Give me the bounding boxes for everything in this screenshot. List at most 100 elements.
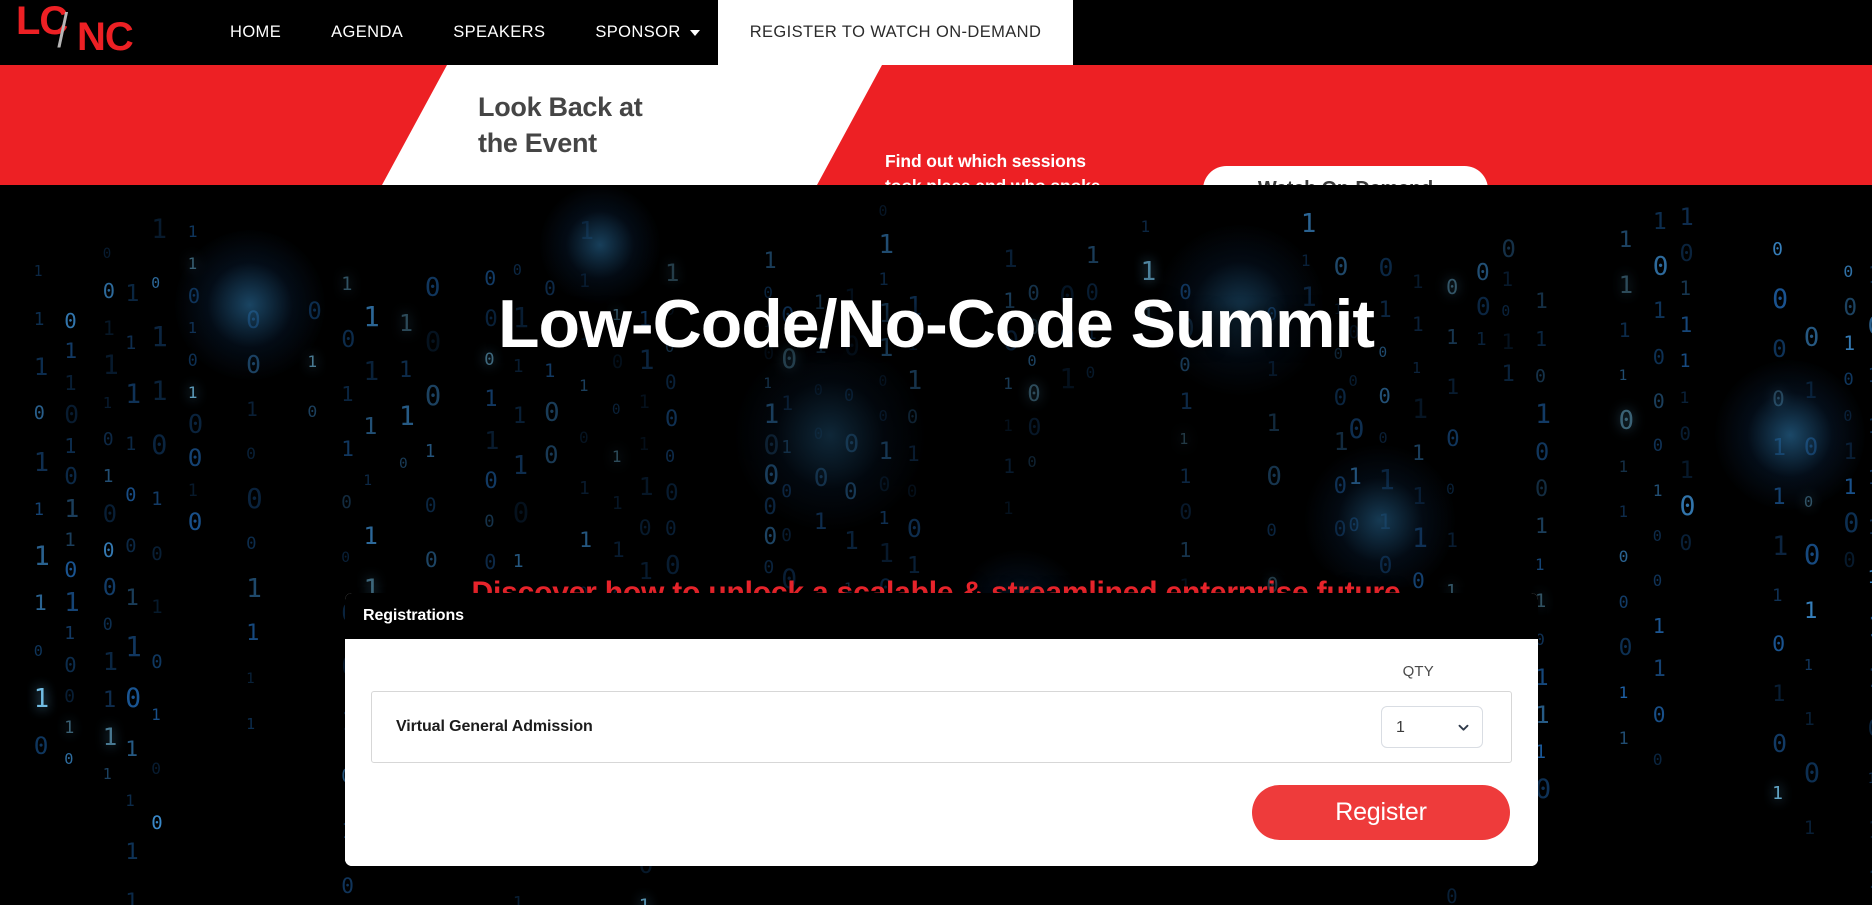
binary-digit: 0 bbox=[1652, 252, 1669, 283]
binary-digit: 0 bbox=[665, 371, 677, 395]
binary-digit: 0 bbox=[843, 479, 858, 506]
binary-digit: 1 bbox=[363, 357, 380, 388]
binary-digit: 0 bbox=[1333, 385, 1348, 412]
binary-digit: 1 bbox=[639, 896, 651, 905]
binary-digit: 1 bbox=[781, 438, 792, 459]
binary-digit: 1 bbox=[64, 493, 80, 523]
binary-digit: 1 bbox=[1867, 771, 1872, 788]
binary-digit: 0 bbox=[843, 428, 860, 458]
binary-digit: 0 bbox=[1027, 453, 1037, 472]
registration-item-name: Virtual General Admission bbox=[396, 718, 593, 735]
nav-item-sponsor[interactable]: SPONSOR bbox=[570, 0, 717, 65]
nav-item-home[interactable]: HOME bbox=[205, 0, 306, 65]
binary-digit: 1 bbox=[1412, 394, 1429, 426]
binary-digit: 0 bbox=[1378, 429, 1388, 448]
binary-digit: 1 bbox=[512, 551, 524, 573]
binary-digit: 1 bbox=[1868, 466, 1872, 488]
binary-digit: 1 bbox=[1679, 202, 1694, 231]
registrations-card-body: QTY Virtual General Admission 1234567891… bbox=[345, 639, 1538, 866]
binary-digit: 1 bbox=[187, 221, 198, 241]
binary-digit: 1 bbox=[1803, 708, 1815, 730]
binary-digit: 1 bbox=[1140, 216, 1151, 236]
binary-digit: 1 bbox=[1535, 398, 1552, 430]
binary-digit: 0 bbox=[1652, 526, 1662, 545]
binary-digit: 1 bbox=[1446, 375, 1460, 401]
binary-digit: 1 bbox=[151, 215, 168, 246]
binary-digit: 0 bbox=[1803, 540, 1821, 572]
binary-digit: 1 bbox=[246, 715, 256, 734]
nav-item-register-to-watch-on-demand[interactable]: REGISTER TO WATCH ON-DEMAND bbox=[717, 0, 1074, 65]
binary-digit: 0 bbox=[665, 446, 676, 467]
binary-digit: 1 bbox=[1300, 250, 1311, 270]
nav-item-agenda[interactable]: AGENDA bbox=[306, 0, 428, 65]
binary-digit: 1 bbox=[665, 259, 680, 288]
binary-digit: 0 bbox=[1348, 413, 1365, 445]
binary-digit: 0 bbox=[1501, 235, 1516, 264]
binary-digit: 1 bbox=[763, 376, 772, 393]
binary-digit: 0 bbox=[906, 513, 922, 543]
binary-digit: 1 bbox=[64, 371, 77, 396]
binary-digit: 1 bbox=[1535, 554, 1545, 574]
binary-digit: 0 bbox=[102, 246, 112, 263]
binary-digit: 0 bbox=[1027, 381, 1041, 407]
binary-digit: 0 bbox=[64, 399, 79, 429]
binary-digit: 0 bbox=[843, 385, 855, 406]
binary-digit: 0 bbox=[484, 468, 498, 495]
binary-digit: 0 bbox=[424, 381, 442, 413]
binary-digit: 1 bbox=[906, 365, 923, 396]
binary-digit: 0 bbox=[544, 440, 559, 469]
binary-digit: 1 bbox=[1843, 475, 1857, 501]
promo-banner-heading-line-1: Look Back at bbox=[478, 92, 643, 122]
binary-digit: 1 bbox=[544, 361, 556, 383]
site-logo[interactable]: LC / NC bbox=[0, 0, 155, 65]
watch-on-demand-button[interactable]: Watch On-Demand bbox=[1203, 166, 1488, 185]
binary-digit: 0 bbox=[1085, 363, 1096, 383]
binary-digit: 0 bbox=[638, 516, 652, 542]
binary-digit: 0 bbox=[102, 500, 117, 529]
promo-banner-heading: Look Back at the Event bbox=[478, 89, 808, 161]
binary-digit: 1 bbox=[1446, 528, 1458, 552]
binary-digit: 1 bbox=[187, 254, 198, 273]
binary-digit: 1 bbox=[1003, 415, 1013, 435]
binary-digit: 1 bbox=[1059, 364, 1076, 396]
binary-digit: 0 bbox=[878, 472, 891, 496]
binary-digit: 1 bbox=[33, 499, 44, 520]
binary-digit: 1 bbox=[906, 441, 920, 467]
binary-digit: 1 bbox=[1652, 481, 1663, 501]
promo-banner-subtext: Find out which sessions took place and w… bbox=[885, 149, 1185, 185]
promo-banner-subtext-line-2: took place and who spoke bbox=[885, 174, 1185, 185]
binary-digit: 1 bbox=[1772, 434, 1786, 461]
binary-digit: 1 bbox=[102, 686, 117, 713]
binary-digit: 0 bbox=[1378, 253, 1394, 283]
binary-digit: 1 bbox=[363, 413, 378, 440]
nav-item-speakers[interactable]: SPEAKERS bbox=[428, 0, 570, 65]
binary-digit: 0 bbox=[125, 684, 142, 715]
registrations-card-actions: Register bbox=[371, 763, 1512, 840]
chevron-down-icon bbox=[689, 29, 700, 36]
binary-digit: 1 bbox=[1266, 408, 1281, 437]
binary-digit: 0 bbox=[1348, 372, 1358, 391]
binary-digit: 0 bbox=[1535, 366, 1546, 388]
binary-digit: 0 bbox=[813, 462, 829, 492]
binary-digit: 0 bbox=[1378, 383, 1391, 408]
binary-digit: 1 bbox=[1772, 530, 1789, 562]
promo-banner: Look Back at the Event Find out which se… bbox=[0, 65, 1872, 185]
qty-stepper-select[interactable]: 12345678910 bbox=[1381, 706, 1483, 748]
binary-digit: 0 bbox=[187, 442, 203, 472]
binary-digit: 0 bbox=[125, 485, 137, 507]
binary-digit: 0 bbox=[341, 872, 354, 898]
nav-item-sponsor-label: SPONSOR bbox=[595, 23, 681, 41]
register-button[interactable]: Register bbox=[1252, 785, 1510, 840]
binary-digit: 0 bbox=[484, 511, 495, 532]
binary-digit: 0 bbox=[151, 759, 161, 779]
binary-digit: 1 bbox=[1868, 516, 1872, 538]
binary-digit: 0 bbox=[1266, 461, 1282, 492]
binary-digit: 1 bbox=[246, 397, 258, 421]
binary-digit: 1 bbox=[151, 488, 163, 510]
nav-item-speakers-label: SPEAKERS bbox=[453, 23, 546, 41]
binary-digit: 0 bbox=[763, 524, 778, 551]
binary-digit: 1 bbox=[1348, 464, 1362, 490]
binary-digit: 1 bbox=[1333, 426, 1349, 456]
binary-digit: 1 bbox=[611, 538, 625, 564]
binary-digit: 1 bbox=[1003, 455, 1015, 479]
